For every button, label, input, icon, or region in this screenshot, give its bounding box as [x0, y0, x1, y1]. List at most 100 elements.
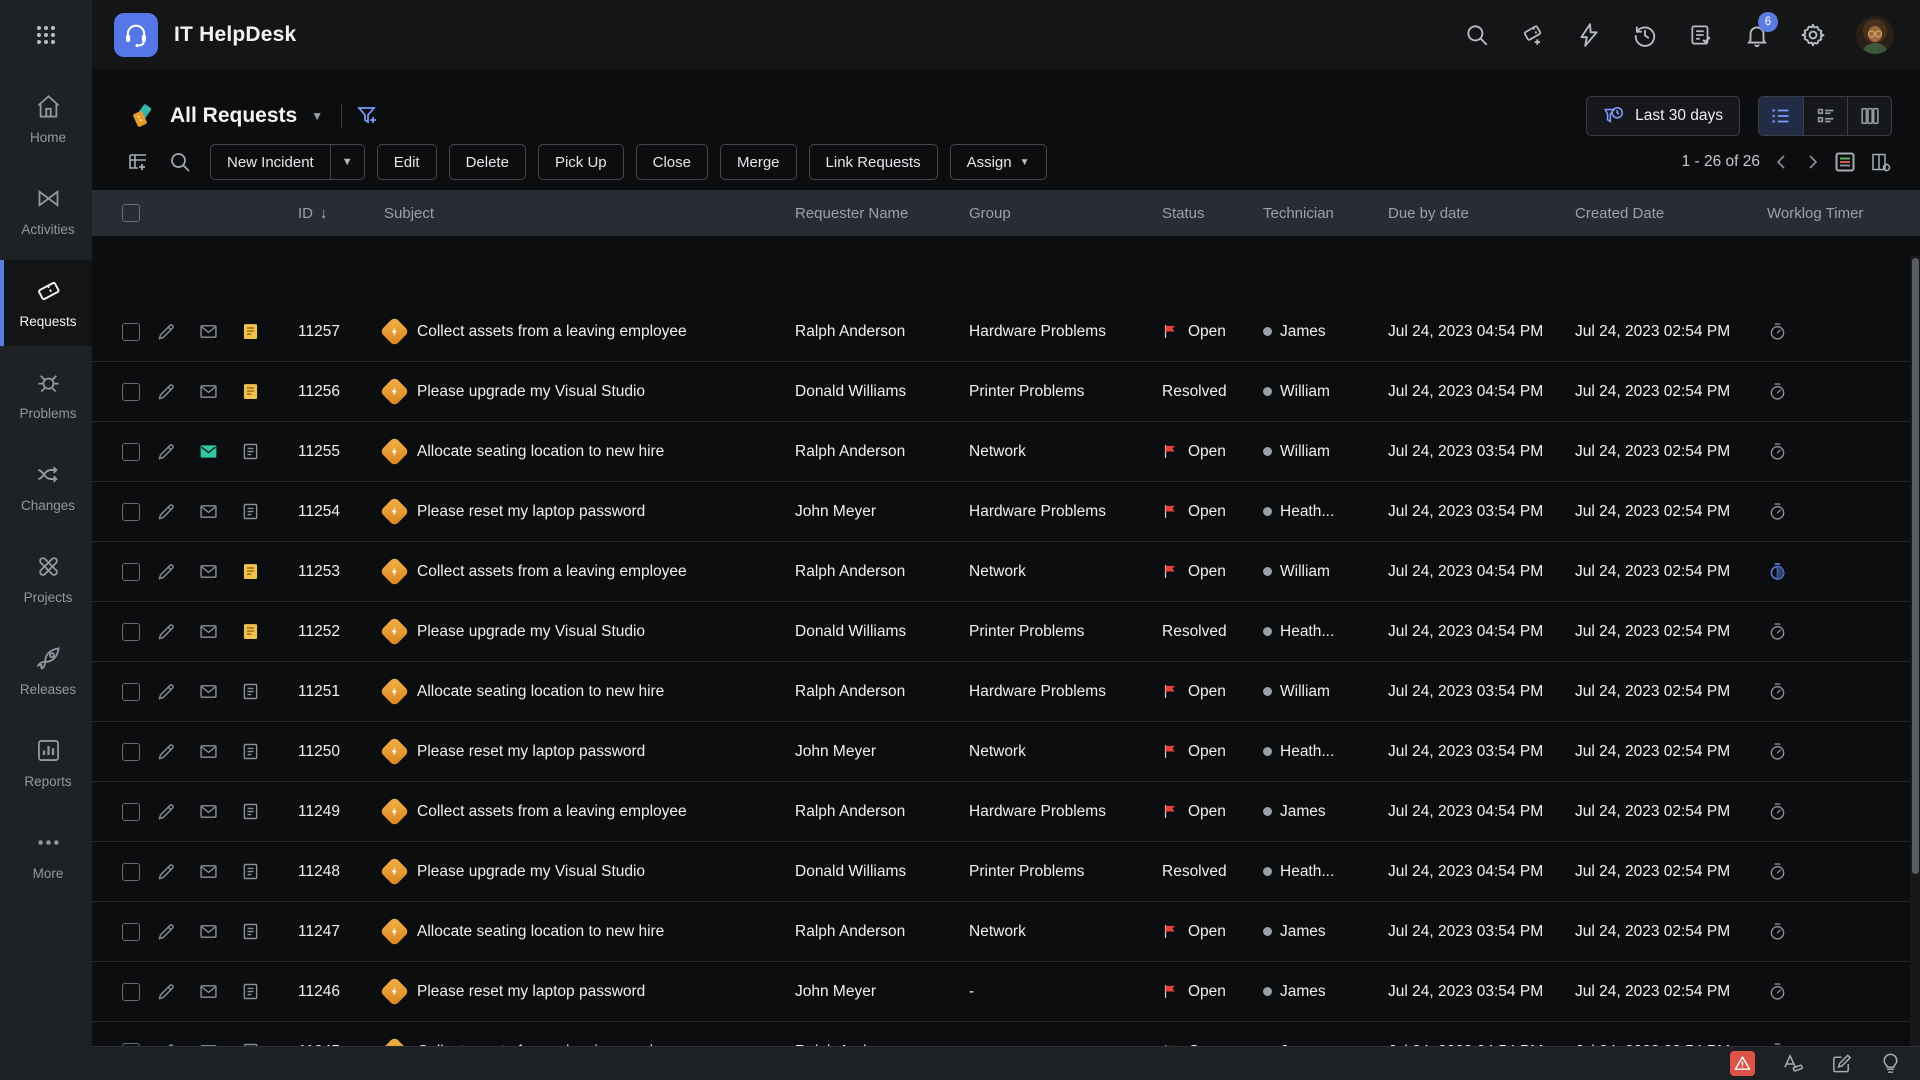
mail-icon[interactable]	[198, 501, 219, 522]
next-page-icon[interactable]	[1804, 154, 1820, 170]
table-row[interactable]: 11256 Please upgrade my Visual Studio Do…	[92, 362, 1920, 422]
mail-icon[interactable]	[198, 321, 219, 342]
edit-pencil-icon[interactable]	[156, 441, 177, 462]
edit-pencil-icon[interactable]	[156, 381, 177, 402]
search-icon[interactable]	[1464, 22, 1490, 48]
assign-button[interactable]: Assign ▼	[950, 144, 1047, 180]
mail-unread-icon[interactable]	[198, 441, 219, 462]
table-row[interactable]: 11246 Please reset my laptop password Jo…	[92, 962, 1920, 1022]
notes-icon[interactable]	[240, 1041, 261, 1046]
apps-grid-icon[interactable]	[0, 0, 92, 70]
worklog-timer-icon[interactable]	[1767, 801, 1788, 822]
table-row[interactable]: 11253 Collect assets from a leaving empl…	[92, 542, 1920, 602]
row-checkbox[interactable]	[122, 983, 140, 1001]
view-dropdown-caret[interactable]: ▼	[311, 109, 323, 123]
row-checkbox[interactable]	[122, 383, 140, 401]
delete-button[interactable]: Delete	[449, 144, 526, 180]
row-checkbox[interactable]	[122, 863, 140, 881]
mail-icon[interactable]	[198, 561, 219, 582]
notes-filled-icon[interactable]	[240, 381, 261, 402]
edit-pencil-icon[interactable]	[156, 501, 177, 522]
request-id[interactable]: 11257	[284, 302, 374, 361]
worklog-timer-icon[interactable]	[1767, 621, 1788, 642]
request-subject[interactable]: Please reset my laptop password	[417, 503, 645, 521]
notifications-bell-icon[interactable]: 6	[1744, 22, 1770, 48]
request-subject[interactable]: Collect assets from a leaving employee	[417, 563, 687, 581]
new-incident-dropdown[interactable]: ▼	[330, 145, 364, 179]
prev-page-icon[interactable]	[1774, 154, 1790, 170]
quick-actions-icon[interactable]	[1576, 22, 1602, 48]
row-checkbox[interactable]	[122, 323, 140, 341]
notes-icon[interactable]	[240, 981, 261, 1002]
edit-pencil-icon[interactable]	[156, 321, 177, 342]
new-incident-button[interactable]: New Incident	[211, 145, 330, 179]
table-row[interactable]: 11257 Collect assets from a leaving empl…	[92, 302, 1920, 362]
worklog-timer-icon[interactable]	[1767, 1041, 1788, 1046]
mail-icon[interactable]	[198, 621, 219, 642]
merge-button[interactable]: Merge	[720, 144, 797, 180]
measure-text-icon[interactable]	[1781, 1052, 1804, 1075]
request-id[interactable]: 11250	[284, 722, 374, 781]
request-subject[interactable]: Allocate seating location to new hire	[417, 683, 664, 701]
row-checkbox[interactable]	[122, 743, 140, 761]
mail-icon[interactable]	[198, 681, 219, 702]
request-subject[interactable]: Please reset my laptop password	[417, 983, 645, 1001]
detail-view-toggle[interactable]	[1803, 97, 1847, 135]
worklog-timer-icon[interactable]	[1767, 981, 1788, 1002]
worklog-timer-icon[interactable]	[1767, 921, 1788, 942]
row-color-legend-icon[interactable]	[1834, 151, 1856, 173]
table-row[interactable]: 11249 Collect assets from a leaving empl…	[92, 782, 1920, 842]
edit-button[interactable]: Edit	[377, 144, 437, 180]
user-avatar[interactable]	[1856, 16, 1894, 54]
row-checkbox[interactable]	[122, 443, 140, 461]
notes-filled-icon[interactable]	[240, 621, 261, 642]
edit-pencil-icon[interactable]	[156, 921, 177, 942]
request-id[interactable]: 11248	[284, 842, 374, 901]
add-request-icon[interactable]	[1520, 22, 1546, 48]
column-header-worklog[interactable]: Worklog Timer	[1767, 205, 1920, 222]
table-row[interactable]: 11252 Please upgrade my Visual Studio Do…	[92, 602, 1920, 662]
worklog-timer-icon[interactable]	[1767, 441, 1788, 462]
request-id[interactable]: 11245	[284, 1022, 374, 1046]
close-button[interactable]: Close	[636, 144, 708, 180]
table-search-icon[interactable]	[168, 150, 192, 174]
edit-pencil-icon[interactable]	[156, 801, 177, 822]
app-logo[interactable]	[114, 13, 158, 57]
column-header-status[interactable]: Status	[1162, 205, 1263, 222]
edit-pencil-icon[interactable]	[156, 681, 177, 702]
mail-icon[interactable]	[198, 981, 219, 1002]
worklog-timer-icon[interactable]	[1767, 381, 1788, 402]
worklog-timer-icon[interactable]	[1767, 681, 1788, 702]
request-subject[interactable]: Please upgrade my Visual Studio	[417, 383, 645, 401]
list-view-toggle[interactable]	[1759, 97, 1803, 135]
worklog-timer-icon[interactable]	[1767, 861, 1788, 882]
request-id[interactable]: 11254	[284, 482, 374, 541]
mail-icon[interactable]	[198, 741, 219, 762]
column-header-id[interactable]: ID ↓	[284, 205, 374, 222]
request-id[interactable]: 11252	[284, 602, 374, 661]
notes-icon[interactable]	[240, 501, 261, 522]
row-checkbox[interactable]	[122, 623, 140, 641]
link-requests-button[interactable]: Link Requests	[809, 144, 938, 180]
row-checkbox[interactable]	[122, 1043, 140, 1047]
column-header-requester[interactable]: Requester Name	[795, 205, 969, 222]
sidebar-item-problems[interactable]: Problems	[0, 352, 92, 438]
edit-pencil-icon[interactable]	[156, 981, 177, 1002]
lightbulb-icon[interactable]	[1879, 1052, 1902, 1075]
history-icon[interactable]	[1632, 22, 1658, 48]
row-checkbox[interactable]	[122, 923, 140, 941]
request-subject[interactable]: Collect assets from a leaving employee	[417, 323, 687, 341]
table-row[interactable]: 11255 Allocate seating location to new h…	[92, 422, 1920, 482]
mail-icon[interactable]	[198, 861, 219, 882]
mail-icon[interactable]	[198, 921, 219, 942]
request-subject[interactable]: Collect assets from a leaving employee	[417, 1043, 687, 1047]
request-id[interactable]: 11247	[284, 902, 374, 961]
edit-pencil-icon[interactable]	[156, 561, 177, 582]
table-row[interactable]: 11250 Please reset my laptop password Jo…	[92, 722, 1920, 782]
notes-filled-icon[interactable]	[240, 561, 261, 582]
request-subject[interactable]: Allocate seating location to new hire	[417, 443, 664, 461]
request-id[interactable]: 11256	[284, 362, 374, 421]
mail-icon[interactable]	[198, 1041, 219, 1046]
notes-icon[interactable]	[240, 801, 261, 822]
compose-note-icon[interactable]	[1830, 1052, 1853, 1075]
